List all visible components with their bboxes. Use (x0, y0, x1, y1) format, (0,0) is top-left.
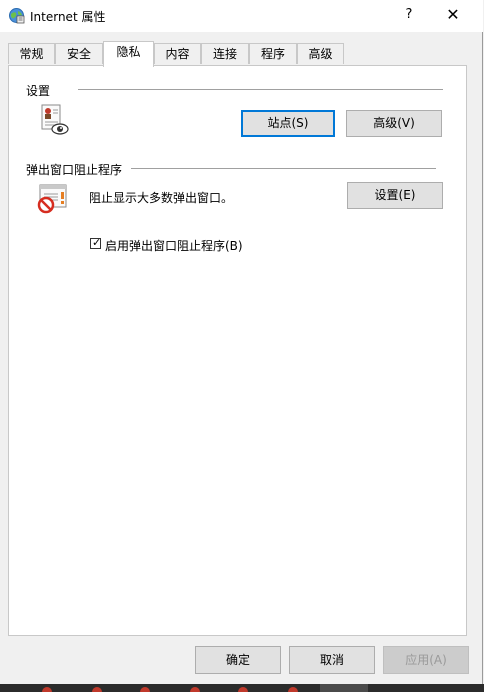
advanced-privacy-button[interactable]: 高级(V) (346, 110, 442, 137)
tab-general[interactable]: 常规 (8, 43, 55, 64)
popup-blocker-description: 阻止显示大多数弹出窗口。 (89, 191, 234, 205)
taskbar-app-icon[interactable] (238, 687, 248, 692)
internet-globe-icon (8, 7, 25, 24)
enable-popup-blocker-checkbox[interactable]: ✓ (90, 236, 102, 249)
enable-popup-blocker-label[interactable]: 启用弹出窗口阻止程序(B) (105, 237, 243, 254)
tab-content[interactable]: 内容 (154, 43, 201, 64)
popup-blocker-group-title: 弹出窗口阻止程序 (26, 163, 123, 177)
tab-connections[interactable]: 连接 (201, 43, 249, 64)
taskbar-app-icon[interactable] (92, 687, 102, 692)
settings-group-divider (78, 89, 443, 90)
privacy-tab-panel (8, 65, 467, 636)
taskbar-app-icon[interactable] (42, 687, 52, 692)
close-button[interactable]: ✕ (438, 2, 468, 28)
tab-security[interactable]: 安全 (55, 43, 103, 64)
taskbar-app-icon[interactable] (140, 687, 150, 692)
popup-blocked-icon (36, 183, 70, 215)
popup-blocker-group-divider (131, 168, 436, 169)
cancel-button[interactable]: 取消 (289, 646, 375, 674)
internet-properties-dialog: Internet 属性 ? ✕ 常规 安全 隐私 内容 连接 程序 高级 设置 … (0, 0, 483, 684)
ok-button[interactable]: 确定 (195, 646, 281, 674)
tab-programs[interactable]: 程序 (249, 43, 297, 64)
window-title: Internet 属性 (30, 10, 106, 24)
tab-privacy[interactable]: 隐私 (103, 41, 154, 67)
popup-settings-button[interactable]: 设置(E) (347, 182, 443, 209)
tab-advanced[interactable]: 高级 (297, 43, 344, 64)
help-button[interactable]: ? (396, 2, 422, 28)
settings-group-title: 设置 (26, 84, 51, 98)
taskbar-app-icon[interactable] (190, 687, 200, 692)
privacy-eye-document-icon (38, 104, 70, 136)
taskbar-active-app[interactable] (320, 684, 368, 692)
sites-button[interactable]: 站点(S) (241, 110, 335, 137)
checkmark-icon: ✓ (92, 236, 102, 249)
title-bar[interactable]: Internet 属性 ? ✕ (0, 0, 483, 32)
taskbar-app-icon[interactable] (288, 687, 298, 692)
apply-button[interactable]: 应用(A) (383, 646, 469, 674)
